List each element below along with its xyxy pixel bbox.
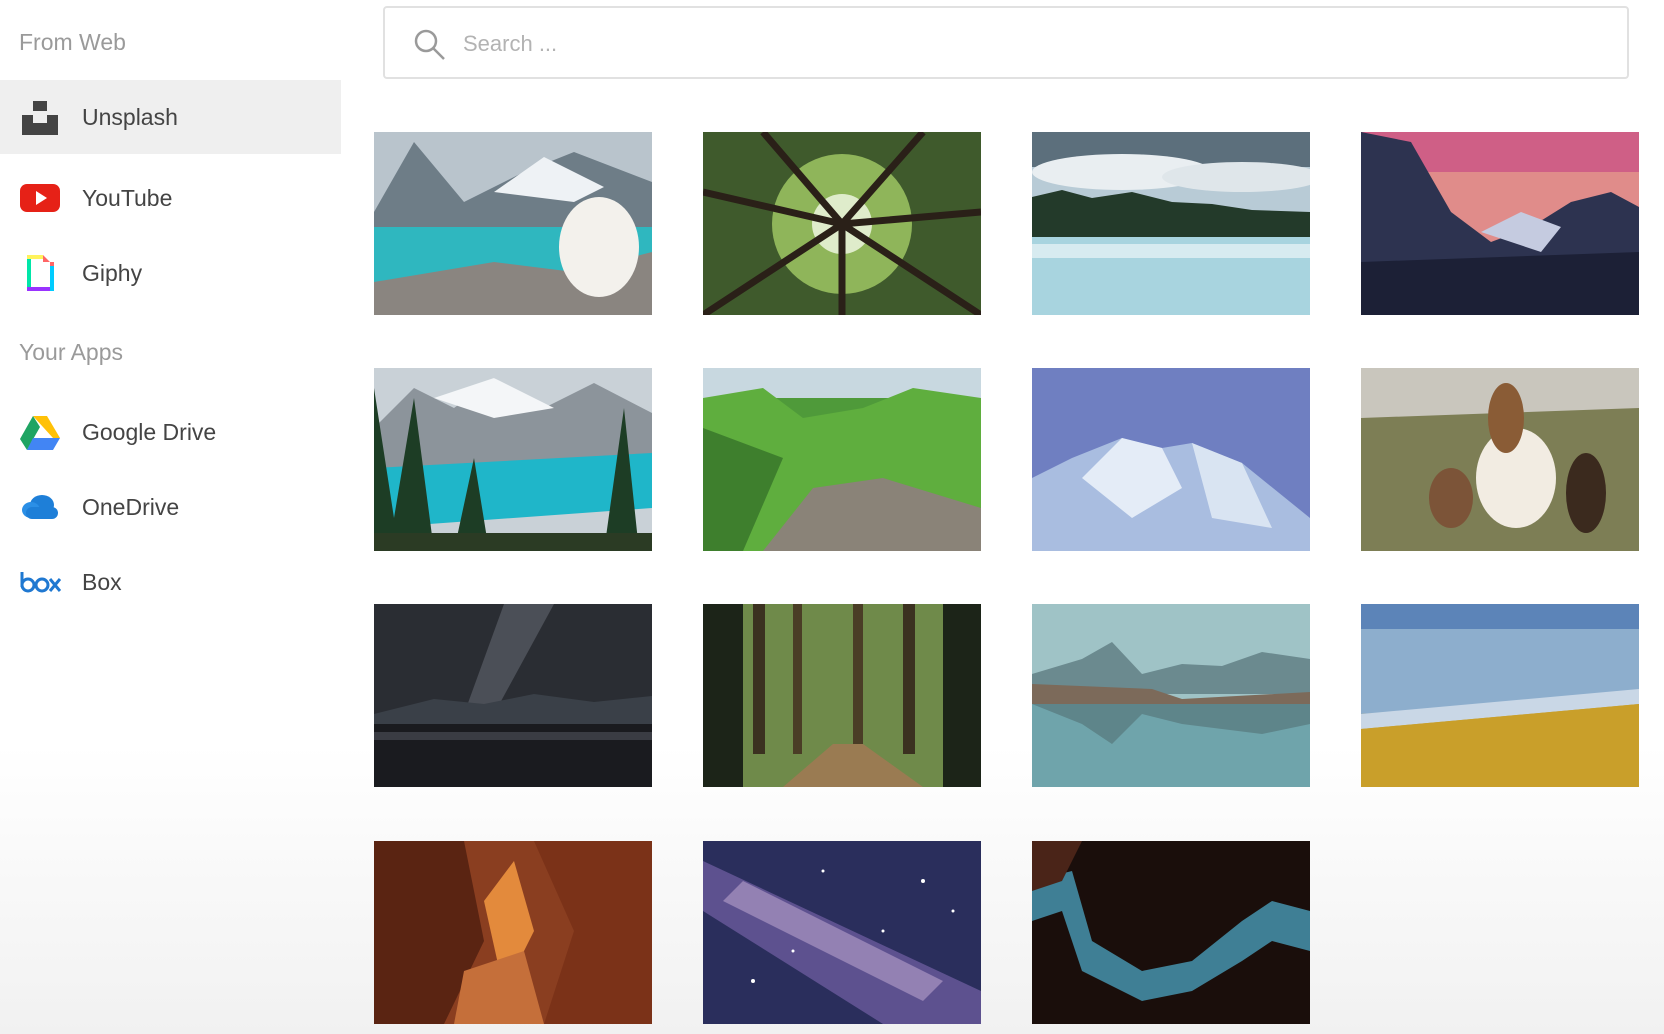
google-drive-icon bbox=[19, 411, 61, 453]
sidebar-item-unsplash[interactable]: Unsplash bbox=[0, 80, 341, 154]
search-input[interactable] bbox=[463, 22, 1563, 66]
giphy-icon bbox=[19, 252, 61, 294]
image-thumbnail[interactable] bbox=[374, 841, 652, 1024]
search-box[interactable] bbox=[383, 6, 1629, 79]
sidebar-item-label: Unsplash bbox=[82, 103, 178, 130]
image-thumbnail[interactable] bbox=[374, 368, 652, 551]
sidebar: From Web Unsplash YouTube Giphy Your App… bbox=[0, 0, 341, 1034]
image-thumbnail[interactable] bbox=[1361, 368, 1639, 551]
onedrive-icon bbox=[19, 486, 61, 528]
sidebar-item-box[interactable]: Box bbox=[0, 545, 341, 619]
sidebar-item-label: YouTube bbox=[82, 184, 173, 211]
image-thumbnail[interactable] bbox=[374, 132, 652, 315]
image-thumbnail[interactable] bbox=[1032, 132, 1310, 315]
from-web-heading: From Web bbox=[19, 29, 126, 55]
sidebar-item-label: Giphy bbox=[82, 259, 143, 286]
image-thumbnail[interactable] bbox=[1361, 604, 1639, 787]
sidebar-item-label: Box bbox=[82, 568, 122, 595]
sidebar-item-label: Google Drive bbox=[82, 418, 217, 445]
image-thumbnail[interactable] bbox=[703, 132, 981, 315]
image-thumbnail[interactable] bbox=[1361, 132, 1639, 315]
box-icon bbox=[19, 561, 61, 603]
image-thumbnail[interactable] bbox=[703, 604, 981, 787]
image-thumbnail[interactable] bbox=[374, 604, 652, 787]
search-icon bbox=[414, 29, 445, 60]
unsplash-icon bbox=[19, 96, 61, 138]
image-thumbnail[interactable] bbox=[703, 841, 981, 1024]
youtube-icon bbox=[19, 177, 61, 219]
image-picker-window: From Web Unsplash YouTube Giphy Your App… bbox=[0, 0, 1664, 1034]
sidebar-item-giphy[interactable]: Giphy bbox=[0, 236, 341, 310]
sidebar-item-google-drive[interactable]: Google Drive bbox=[0, 395, 341, 469]
sidebar-item-youtube[interactable]: YouTube bbox=[0, 161, 341, 235]
sidebar-item-onedrive[interactable]: OneDrive bbox=[0, 470, 341, 544]
image-thumbnail[interactable] bbox=[703, 368, 981, 551]
your-apps-heading: Your Apps bbox=[19, 339, 124, 365]
image-thumbnail[interactable] bbox=[1032, 841, 1310, 1024]
image-thumbnail[interactable] bbox=[1032, 368, 1310, 551]
image-thumbnail[interactable] bbox=[1032, 604, 1310, 787]
sidebar-item-label: OneDrive bbox=[82, 493, 180, 520]
